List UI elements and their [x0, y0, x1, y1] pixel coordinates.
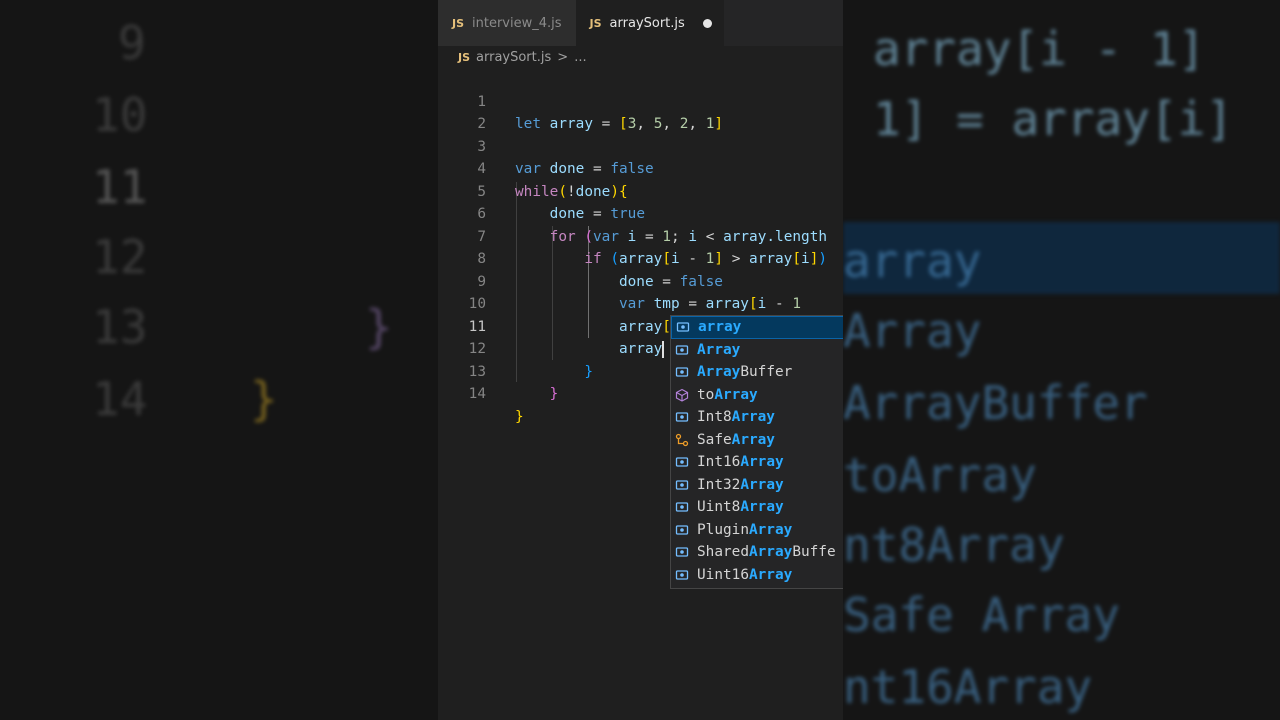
- line-number: 14: [468, 386, 486, 402]
- suggestion-prefix: Shared: [697, 544, 749, 560]
- breadcrumb-file[interactable]: arraySort.js: [476, 50, 551, 65]
- code-line: 5 done = true: [438, 158, 843, 223]
- blurred-background-right: array[i - 1] 1] = array[i] array Array A…: [843, 0, 1280, 720]
- bg-line-number: 13: [92, 300, 148, 354]
- tab-bar: JS interview_4.js JS arraySort.js: [438, 0, 843, 46]
- suggestion-prefix: Safe: [697, 431, 732, 448]
- code-area[interactable]: 1 let array = [3, 5, 2, 1] 2 3 var done …: [438, 68, 843, 589]
- suggestion-match: Array: [697, 364, 741, 380]
- variable-icon: [675, 478, 689, 492]
- suggestion-match: Array: [740, 476, 784, 493]
- bg-code: 1] = array[i]: [873, 92, 1234, 146]
- suggestion-item[interactable]: Plugin Array: [671, 519, 843, 542]
- code-line: 8 done = false: [438, 226, 843, 290]
- suggestion-match: Array: [740, 499, 784, 515]
- suggestion-prefix: Uint8: [697, 499, 741, 515]
- code-line: 9 var tmp = array[i - 1: [438, 248, 843, 313]
- suggestion-item[interactable]: Array: [671, 339, 843, 362]
- code-line: 7 if (array[i - 1] > array[i]): [438, 203, 843, 268]
- bg-suggestion: toArray: [843, 448, 1037, 502]
- breadcrumb-more[interactable]: ...: [574, 50, 586, 65]
- suggestion-match: Array: [731, 431, 775, 448]
- variable-icon: [675, 500, 689, 514]
- tab-array-sort[interactable]: JS arraySort.js: [575, 0, 724, 46]
- code-line: 6 for (var i = 1; i < array.length: [438, 181, 843, 245]
- suggestion-suffix: Buffer: [740, 364, 793, 380]
- suggestion-item[interactable]: to Array: [671, 384, 843, 407]
- suggestion-item[interactable]: Shared Array Buffe: [671, 541, 843, 564]
- variable-icon: [675, 410, 689, 424]
- suggestion-item[interactable]: Safe Array: [671, 429, 843, 452]
- variable-icon: [675, 545, 689, 559]
- code-editor: JS interview_4.js JS arraySort.js JS arr…: [438, 0, 843, 720]
- suggestion-match: Array: [740, 454, 784, 470]
- tab-label: arraySort.js: [609, 15, 685, 31]
- suggestion-item[interactable]: Array Buffer: [671, 361, 843, 384]
- variable-icon: [675, 523, 689, 537]
- bg-code: array[i - 1]: [873, 22, 1206, 76]
- suggestion-match: array: [698, 319, 742, 335]
- unsaved-dot-icon[interactable]: [702, 18, 712, 28]
- bg-brace: }: [365, 300, 393, 354]
- blurred-background-left: 9 10 11 12 13 14 } }: [0, 0, 438, 720]
- suggestion-match: Array: [714, 386, 758, 403]
- code-line: 2: [438, 91, 843, 132]
- variable-icon: [675, 343, 689, 357]
- suggestion-prefix: to: [697, 386, 715, 403]
- bg-suggestion: array: [843, 234, 982, 288]
- code-line-current: 11 array: [438, 293, 843, 358]
- code-line: 3 var done = false: [438, 113, 843, 178]
- code-line: 4 while(!done){: [438, 136, 843, 200]
- suggestion-match: Array: [731, 409, 775, 425]
- suggestion-prefix: Int32: [697, 476, 741, 493]
- bg-suggestion: nt16Array: [843, 660, 1093, 714]
- suggestion-item[interactable]: Int32 Array: [671, 474, 843, 497]
- code-line: 1 let array = [3, 5, 2, 1]: [438, 68, 843, 133]
- suggestion-prefix: Uint16: [697, 566, 749, 583]
- suggestion-item[interactable]: Uint8 Array: [671, 496, 843, 519]
- tab-label: interview_4.js: [472, 15, 562, 31]
- bg-line-number: 10: [92, 88, 148, 142]
- variable-icon: [675, 568, 689, 582]
- suggestion-suffix: Buffe: [792, 544, 836, 560]
- variable-icon: [675, 365, 689, 379]
- suggestion-match: Array: [697, 341, 741, 358]
- suggestion-prefix: Int16: [697, 454, 741, 470]
- tab-interview-4[interactable]: JS interview_4.js: [438, 0, 576, 46]
- method-icon: [675, 388, 689, 402]
- bg-brace: }: [250, 372, 278, 426]
- suggestion-match: Array: [748, 544, 793, 560]
- bg-line-number: 9: [118, 16, 146, 70]
- suggestion-item[interactable]: Uint16 Array: [671, 564, 843, 587]
- javascript-file-icon: JS: [452, 16, 465, 30]
- autocomplete-widget: array Array Array Buffer to Array Int8 Array Saf…: [670, 315, 843, 589]
- bg-line-number: 14: [92, 372, 148, 426]
- suggestion-match: Array: [748, 566, 793, 583]
- suggestion-item[interactable]: Int16 Array: [671, 451, 843, 474]
- bg-suggestion: Array: [843, 304, 982, 358]
- breadcrumb: JS arraySort.js > ...: [438, 46, 843, 68]
- bg-suggestion: Safe Array: [843, 588, 1120, 642]
- reference-icon: [675, 433, 689, 447]
- bg-line-number: 12: [92, 230, 148, 284]
- javascript-file-icon: JS: [458, 50, 471, 64]
- suggestion-item[interactable]: Int8 Array: [671, 406, 843, 429]
- javascript-file-icon: JS: [589, 16, 602, 30]
- suggestion-prefix: Plugin: [697, 521, 749, 538]
- bg-line-number: 11: [92, 160, 148, 214]
- variable-icon: [675, 455, 689, 469]
- code-line: 10 array[i - 1] = array[i]: [438, 271, 843, 335]
- bg-suggestion: nt8Array: [843, 518, 1065, 572]
- variable-icon: [676, 320, 690, 334]
- suggestion-match: Array: [748, 521, 793, 538]
- suggestion-prefix: Int8: [697, 409, 732, 425]
- bg-suggestion: ArrayBuffer: [843, 376, 1148, 430]
- breadcrumb-separator: >: [557, 49, 569, 65]
- suggestion-item[interactable]: array: [671, 316, 843, 339]
